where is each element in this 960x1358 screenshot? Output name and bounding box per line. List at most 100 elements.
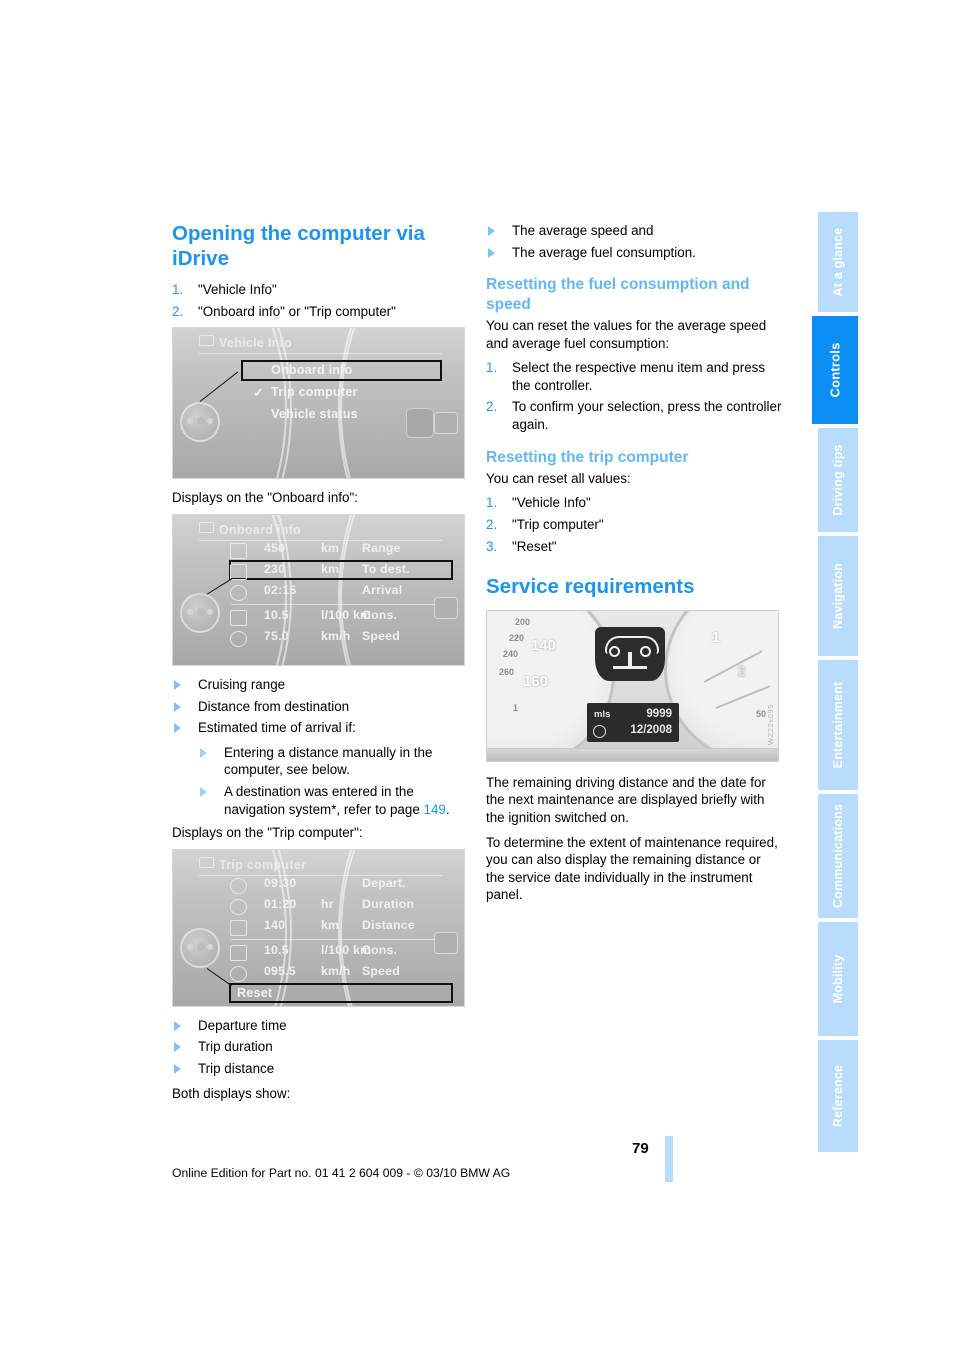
step-number: 2.: [486, 399, 498, 415]
footer-edition-line: Online Edition for Part no. 01 41 2 604 …: [172, 1166, 511, 1180]
caption-both-displays: Both displays show:: [172, 1085, 291, 1101]
speedometer-icon: [230, 630, 247, 647]
row-unit: km: [321, 540, 340, 555]
list-item: The average fuel consumption.: [486, 244, 782, 262]
reset-trip-intro: You can reset all values:: [486, 470, 631, 486]
list-item: Distance from destination: [172, 698, 468, 716]
sidebar-tab-reference[interactable]: Reference: [818, 1040, 858, 1152]
gauge-tick-label: 200: [515, 616, 531, 627]
row-label: Duration: [362, 896, 415, 911]
list-item: 3. "Reset": [486, 538, 782, 556]
sidebar-tab-label: Mobility: [831, 954, 845, 1004]
page-title: Opening the computer via iDrive: [172, 222, 425, 270]
list-item: 2. "Trip computer": [486, 516, 782, 534]
row-value: 095.5: [264, 963, 296, 978]
sidebar-tab-communications[interactable]: Communications: [818, 794, 858, 918]
row-value: 02:15: [264, 582, 297, 597]
sidebar-tab-controls[interactable]: Controls: [812, 316, 858, 424]
row-label: Depart.: [362, 875, 406, 890]
sidebar-tab-mobility[interactable]: Mobility: [818, 922, 858, 1036]
bullet-triangle-icon: [174, 723, 181, 734]
wheel-shape: [640, 645, 651, 657]
car-icon: [199, 856, 214, 868]
caption-onboard-info: Displays on the "Onboard info":: [172, 490, 358, 506]
sidebar-tab-at-a-glance[interactable]: At a glance: [818, 212, 858, 312]
destination-icon: [230, 563, 247, 580]
sidebar-tab-navigation[interactable]: Navigation: [818, 536, 858, 656]
service-lcd-display: mls 9999 12/2008: [587, 702, 679, 742]
row-value: 450: [264, 540, 286, 555]
table-row: 01:20 hr Duration: [230, 896, 450, 916]
page-number: 79: [632, 1140, 649, 1157]
menu-item-onboard-info: Onboard info: [271, 363, 353, 378]
image-watermark: WZ22x095: [766, 703, 775, 745]
step-number: 1.: [172, 282, 184, 298]
step-text: "Vehicle Info": [512, 495, 591, 511]
row-divider: [231, 603, 442, 605]
sidebar-tab-label: Entertainment: [831, 681, 845, 769]
screen-title: Onboard info: [219, 522, 302, 537]
both-displays-bullets: The average speed and The average fuel c…: [486, 222, 782, 261]
row-label: Cons.: [362, 942, 398, 957]
sidebar-tab-driving-tips[interactable]: Driving tips: [818, 428, 858, 532]
gauge-major-label: 160: [523, 672, 549, 690]
step-text: "Vehicle Info": [198, 282, 277, 298]
row-label: Cons.: [362, 607, 398, 622]
step-number: 1.: [486, 360, 498, 376]
reset-fuel-steps: 1. Select the respective menu item and p…: [486, 359, 782, 433]
manual-page: At a glance Controls Driving tips Navigatio…: [0, 0, 960, 1358]
stopwatch-icon: [230, 898, 247, 915]
row-unit: hr: [321, 896, 334, 911]
bullet-triangle-icon: [174, 679, 181, 690]
row-value: 09:30: [264, 875, 297, 890]
service-paragraph-2: To determine the extent of maintenance r…: [486, 834, 778, 903]
row-divider: [231, 938, 442, 940]
sidebar-tab-entertainment[interactable]: Entertainment: [818, 660, 858, 790]
knob-dot: [197, 417, 205, 426]
row-unit: km/h: [321, 963, 351, 978]
lift-base-shape: [613, 665, 647, 669]
knob-dot: [197, 942, 205, 951]
idrive-menu-button: [406, 408, 434, 439]
screen-title: Trip computer: [219, 857, 307, 872]
row-unit: km/h: [321, 628, 351, 643]
figure-onboard-info: Onboard info 450 km Range 230 km To dest…: [172, 513, 465, 666]
car-icon: [199, 521, 214, 533]
table-row: 75.0 km/h Speed: [230, 628, 450, 648]
bullet-text: Trip distance: [198, 1060, 275, 1076]
figure-trip-computer: Trip computer 09:30 Depart. 01:20 hr Dur…: [172, 848, 465, 1007]
bullet-text: The average fuel consumption.: [512, 244, 696, 260]
list-item: 2. To confirm your selection, press the …: [486, 398, 782, 433]
knob-dot: [207, 418, 213, 425]
list-item: Trip duration: [172, 1038, 468, 1056]
bullet-text-post: .: [445, 801, 450, 817]
gauge-tick-label: 1: [513, 702, 519, 713]
binding-mark: [665, 1136, 673, 1182]
sidebar-tab-label: Driving tips: [831, 444, 845, 516]
bullet-text: Cruising range: [198, 676, 286, 692]
subheading-reset-fuel-speed: Resetting the fuel consumption and speed: [486, 276, 750, 313]
onboard-info-bullets: Cruising range Distance from destination…: [172, 676, 468, 737]
step-text: "Trip computer": [512, 517, 604, 533]
knob-dot: [187, 608, 193, 615]
list-item: Entering a distance manually in the comp…: [198, 744, 468, 779]
bullet-triangle-icon: [174, 1020, 181, 1031]
tachometer-gauge: [664, 610, 778, 761]
step-text: "Onboard info" or "Trip computer": [198, 303, 396, 319]
wheel-shape: [609, 645, 620, 657]
row-unit: km: [321, 917, 340, 932]
knob-dot: [207, 943, 213, 950]
idrive-option-button: [434, 596, 458, 619]
row-label: To dest.: [362, 561, 410, 576]
bullet-triangle-icon: [488, 247, 495, 258]
knob-dot: [187, 418, 193, 425]
caption-trip-computer: Displays on the "Trip computer":: [172, 825, 363, 841]
bullet-text: Trip duration: [198, 1039, 273, 1055]
table-row: 10.5 l/100 km Cons.: [230, 607, 450, 627]
page-reference-link[interactable]: 149: [424, 802, 446, 817]
service-vehicle-on-lift-icon: [595, 626, 665, 681]
bullet-text: Distance from destination: [198, 698, 350, 714]
list-item: 2. "Onboard info" or "Trip computer": [172, 303, 468, 321]
check-icon: ✓: [253, 385, 265, 401]
sidebar-tab-label: Controls: [827, 342, 843, 398]
